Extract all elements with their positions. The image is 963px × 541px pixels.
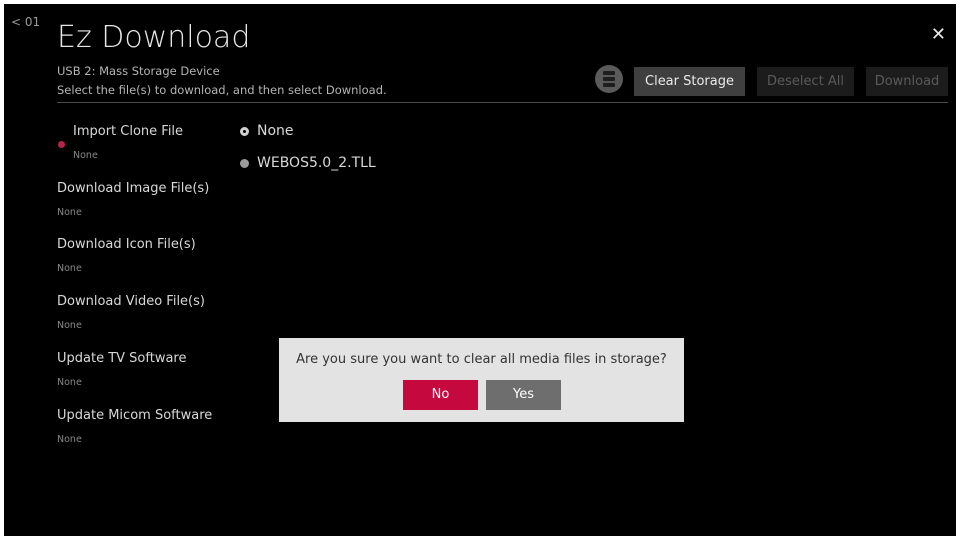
menu-item-label: Import Clone File: [73, 124, 184, 139]
menu-item-value: None: [57, 320, 82, 331]
download-button[interactable]: Download: [866, 67, 948, 96]
menu-item-label: Update TV Software: [57, 351, 187, 366]
menu-item-label: Download Icon File(s): [57, 237, 196, 252]
menu-item-download-icon-files[interactable]: Download Icon File(s) None: [57, 237, 196, 274]
menu-item-value: None: [57, 434, 82, 445]
radio-option-webos-tll[interactable]: WEBOS5.0_2.TLL: [240, 155, 376, 171]
menu-item-label: Download Video File(s): [57, 294, 205, 309]
tv-screen: < 01 Ez Download ✕ USB 2: Mass Storage D…: [4, 4, 956, 536]
storage-icon[interactable]: [595, 65, 623, 93]
radio-label: None: [257, 123, 294, 139]
menu-item-value: None: [73, 150, 98, 161]
confirm-dialog: Are you sure you want to clear all media…: [279, 338, 684, 422]
radio-label: WEBOS5.0_2.TLL: [257, 155, 376, 171]
header-divider: [57, 102, 948, 103]
menu-item-download-image-files[interactable]: Download Image File(s) None: [57, 181, 209, 218]
menu-item-update-tv-software[interactable]: Update TV Software None: [57, 351, 187, 388]
menu-item-import-clone-file[interactable]: Import Clone File None: [57, 124, 183, 161]
instruction-text: Select the file(s) to download, and then…: [57, 83, 387, 97]
menu-item-label: Update Micom Software: [57, 408, 213, 423]
menu-item-value: None: [57, 263, 82, 274]
yes-button[interactable]: Yes: [486, 380, 561, 410]
menu-item-update-micom-software[interactable]: Update Micom Software None: [57, 408, 212, 445]
radio-unselected-icon: [240, 158, 249, 168]
no-button[interactable]: No: [403, 380, 478, 410]
radio-selected-icon: [240, 126, 249, 136]
clear-storage-button[interactable]: Clear Storage: [634, 67, 745, 96]
radio-option-none[interactable]: None: [240, 123, 294, 139]
device-name: USB 2: Mass Storage Device: [57, 64, 220, 78]
menu-item-download-video-files[interactable]: Download Video File(s) None: [57, 294, 205, 331]
menu-item-label: Download Image File(s): [57, 181, 210, 196]
deselect-all-button[interactable]: Deselect All: [757, 67, 854, 96]
close-icon[interactable]: ✕: [931, 24, 946, 45]
page-title: Ez Download: [57, 20, 251, 55]
menu-item-value: None: [57, 377, 82, 388]
back-button[interactable]: < 01: [11, 15, 40, 29]
menu-item-value: None: [57, 207, 82, 218]
dialog-message: Are you sure you want to clear all media…: [296, 352, 667, 367]
